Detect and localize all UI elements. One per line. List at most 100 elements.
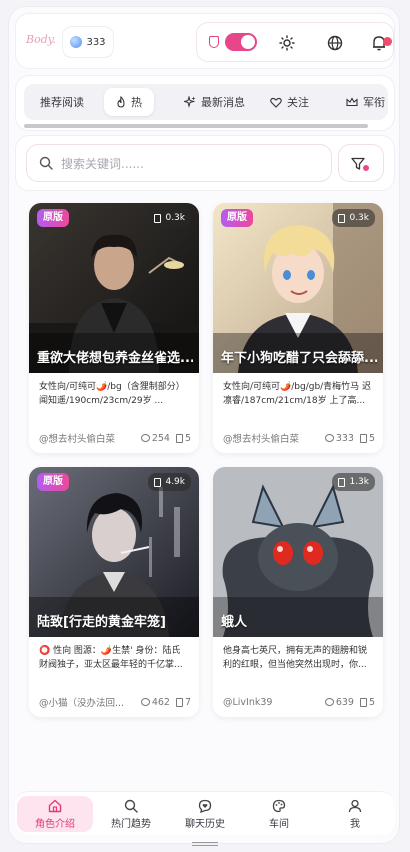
chapter-icon bbox=[359, 433, 367, 443]
card-description: 女性向/可纯可🌶️/bg（含狸制部分） 闻知遥/190cm/23cm/29岁 .… bbox=[39, 382, 185, 406]
reads-badge: 1.3k bbox=[332, 473, 375, 491]
notification-button[interactable] bbox=[369, 33, 392, 53]
comment-count: 254 bbox=[151, 432, 170, 444]
author-name[interactable]: @小猫（没办法回... bbox=[39, 695, 135, 709]
home-icon bbox=[48, 799, 62, 812]
comment-icon bbox=[140, 434, 150, 442]
character-card[interactable]: 1.3k 蛾人 他身高七英尺，拥有无声的翅膀和锐利的红眼，但当他突然出现时，你.… bbox=[213, 467, 383, 717]
original-badge: 原版 bbox=[37, 473, 69, 491]
chat-heart-icon bbox=[198, 799, 212, 813]
chapter-icon bbox=[175, 433, 183, 443]
nav-workshop[interactable]: 车间 bbox=[241, 796, 317, 832]
nav-label: 我 bbox=[350, 818, 360, 830]
chapter-stat: 7 bbox=[175, 696, 191, 708]
safe-mode-toggle[interactable] bbox=[225, 33, 257, 51]
author-name[interactable]: @LivInk39 bbox=[223, 697, 319, 708]
language-button[interactable] bbox=[325, 33, 345, 53]
globe-icon bbox=[327, 35, 343, 51]
book-icon bbox=[154, 477, 162, 487]
shield-icon bbox=[209, 36, 219, 48]
card-footer: @小猫（没办法回... 462 7 bbox=[39, 695, 191, 710]
chapter-stat: 5 bbox=[175, 432, 191, 444]
comment-stat: 333 bbox=[324, 432, 354, 444]
reads-count: 1.3k bbox=[349, 477, 369, 487]
palette-icon bbox=[272, 799, 286, 812]
nav-label: 车间 bbox=[269, 818, 289, 830]
card-title: 年下小狗吃醋了只会舔舔... bbox=[221, 351, 377, 366]
reads-count: 4.9k bbox=[165, 477, 185, 487]
reads-count: 0.3k bbox=[349, 213, 369, 223]
chapter-count: 5 bbox=[368, 432, 375, 444]
card-cover-image: 原版 4.9k 陆致[行走的黄金牢笼] bbox=[29, 467, 199, 637]
nav-characters[interactable]: 角色介绍 bbox=[17, 796, 93, 832]
tab-rank[interactable]: 军衔 bbox=[346, 88, 385, 116]
character-card[interactable]: 原版 0.3k 重欲大佬想包养金丝雀选... 女性向/可纯可🌶️/bg（含狸制部… bbox=[29, 203, 199, 453]
nav-label: 角色介绍 bbox=[35, 818, 75, 830]
coin-balance[interactable]: 333 bbox=[62, 26, 114, 58]
nav-me[interactable]: 我 bbox=[317, 796, 393, 832]
search-field bbox=[26, 144, 332, 182]
card-title: 陆致[行走的黄金牢笼] bbox=[37, 615, 166, 630]
reads-count: 0.3k bbox=[165, 213, 185, 223]
search-icon bbox=[39, 156, 53, 170]
filter-active-dot bbox=[363, 165, 369, 171]
comment-count: 462 bbox=[151, 696, 170, 708]
card-description: ⭕ 性向 图源：🌶️生禁' 身份：陆氏财阀独子，亚太区最年轻的千亿掌... bbox=[39, 646, 183, 670]
nav-label: 热门趋势 bbox=[111, 818, 151, 830]
comment-count: 333 bbox=[335, 432, 354, 444]
bottom-navigation: 角色介绍 热门趋势 聊天历史 车间 我 bbox=[15, 791, 395, 835]
tab-following[interactable]: 关注 bbox=[270, 88, 309, 116]
chapter-count: 7 bbox=[184, 696, 191, 708]
book-icon bbox=[338, 477, 346, 487]
home-indicator[interactable] bbox=[192, 842, 218, 846]
card-description: 他身高七英尺，拥有无声的翅膀和锐利的红眼，但当他突然出现时，你... bbox=[223, 646, 368, 670]
search-bar bbox=[15, 135, 395, 191]
chapter-stat: 5 bbox=[359, 432, 375, 444]
card-footer: @LivInk39 639 5 bbox=[223, 695, 375, 709]
tab-label: 推荐阅读 bbox=[40, 96, 84, 109]
chapter-icon bbox=[175, 697, 183, 707]
card-description: 女性向/可纯可🌶️/bg/gb/青梅竹马 迟凛睿/187cm/21cm/18岁 … bbox=[223, 382, 372, 406]
theme-button[interactable] bbox=[277, 33, 297, 53]
book-icon bbox=[154, 213, 162, 223]
author-name[interactable]: @想去村头偷白菜 bbox=[223, 431, 319, 445]
reads-badge: 4.9k bbox=[148, 473, 191, 491]
crown-icon bbox=[346, 97, 358, 107]
search-icon bbox=[124, 799, 138, 813]
reads-badge: 0.3k bbox=[332, 209, 375, 227]
tab-label: 热 bbox=[131, 96, 142, 109]
nav-chat-history[interactable]: 聊天历史 bbox=[167, 796, 243, 832]
comment-icon bbox=[140, 698, 150, 706]
character-card[interactable]: 原版 0.3k 年下小狗吃醋了只会舔舔... 女性向/可纯可🌶️/bg/gb/青… bbox=[213, 203, 383, 453]
tabs-scrollbar[interactable] bbox=[24, 124, 368, 128]
sun-icon bbox=[279, 35, 295, 51]
author-name[interactable]: @想去村头偷白菜 bbox=[39, 431, 135, 445]
reads-badge: 0.3k bbox=[148, 209, 191, 227]
card-cover-image: 原版 0.3k 重欲大佬想包养金丝雀选... bbox=[29, 203, 199, 373]
tab-recommended[interactable]: 推荐阅读 bbox=[40, 88, 84, 116]
card-cover-image: 原版 0.3k 年下小狗吃醋了只会舔舔... bbox=[213, 203, 383, 373]
tab-hot[interactable]: 热 bbox=[104, 88, 154, 116]
chapter-stat: 5 bbox=[359, 696, 375, 708]
tab-label: 最新消息 bbox=[201, 96, 245, 109]
top-header: Body. 333 bbox=[15, 13, 395, 69]
chapter-icon bbox=[359, 697, 367, 707]
book-icon bbox=[338, 213, 346, 223]
tab-label: 军衔 bbox=[363, 96, 385, 109]
tab-latest[interactable]: 最新消息 bbox=[184, 88, 245, 116]
tab-label: 关注 bbox=[287, 96, 309, 109]
tabs-track: 推荐阅读 热 最新消息 关注 军衔 bbox=[24, 84, 388, 120]
filter-button[interactable] bbox=[338, 144, 384, 182]
comment-stat: 639 bbox=[324, 697, 354, 708]
heart-icon bbox=[270, 97, 282, 108]
card-title: 蛾人 bbox=[221, 615, 248, 630]
search-input[interactable] bbox=[61, 154, 321, 174]
card-cover-image: 1.3k 蛾人 bbox=[213, 467, 383, 637]
comment-icon bbox=[324, 698, 334, 706]
chapter-count: 5 bbox=[368, 696, 375, 708]
chapter-count: 5 bbox=[184, 432, 191, 444]
header-controls bbox=[196, 22, 394, 62]
nav-trending[interactable]: 热门趋势 bbox=[93, 796, 169, 832]
comment-stat: 254 bbox=[140, 432, 170, 444]
character-card[interactable]: 原版 4.9k 陆致[行走的黄金牢笼] ⭕ 性向 图源：🌶️生禁' 身份：陆氏财… bbox=[29, 467, 199, 717]
